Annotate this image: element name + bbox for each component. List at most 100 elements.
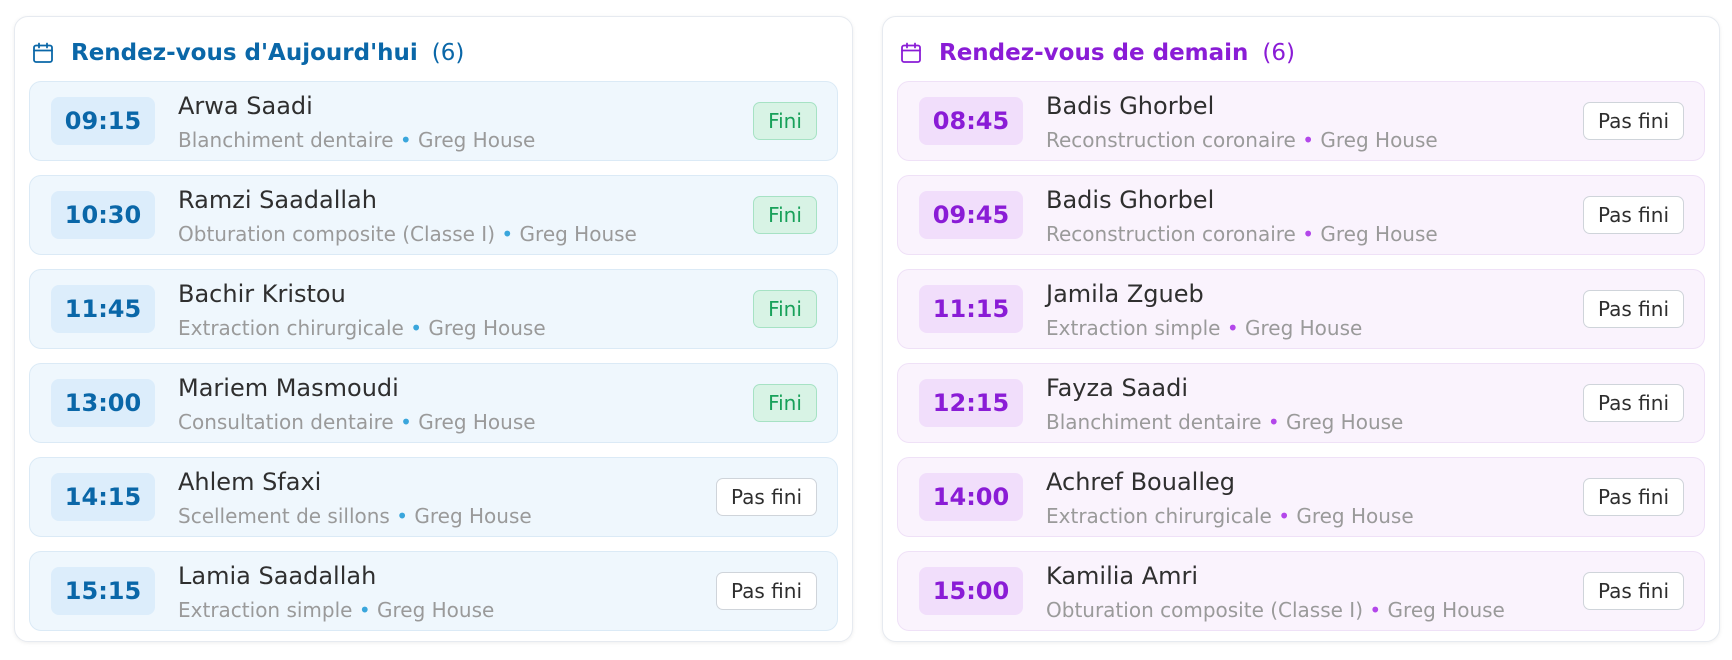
patient-name: Badis Ghorbel bbox=[1046, 186, 1215, 214]
bullet-separator: • bbox=[1278, 504, 1290, 528]
treatment-name: Blanchiment dentaire bbox=[178, 128, 394, 152]
patient-name: Badis Ghorbel bbox=[1046, 92, 1215, 120]
appointment-details: Consultation dentaire • Greg House bbox=[178, 410, 536, 434]
appointment-row[interactable]: 09:45 Badis Ghorbel Reconstruction coronai… bbox=[897, 175, 1705, 255]
bullet-separator: • bbox=[1369, 598, 1382, 622]
doctor-name: Greg House bbox=[414, 504, 532, 528]
appointment-row[interactable]: 13:00 Mariem Masmoudi Consultation dentair… bbox=[29, 363, 838, 443]
patient-name: Jamila Zgueb bbox=[1046, 280, 1204, 308]
appointment-details: Obturation composite (Classe I) • Greg H… bbox=[178, 222, 637, 246]
treatment-name: Obturation composite (Classe I) bbox=[178, 222, 496, 246]
status-button[interactable]: Pas fini bbox=[716, 478, 817, 516]
appointment-time: 12:15 bbox=[919, 379, 1023, 427]
patient-name: Ahlem Sfaxi bbox=[178, 468, 322, 496]
doctor-name: Greg House bbox=[377, 598, 495, 622]
status-button[interactable]: Pas fini bbox=[1583, 102, 1684, 140]
appointment-time: 15:15 bbox=[51, 567, 155, 615]
patient-name: Lamia Saadallah bbox=[178, 562, 377, 590]
status-button[interactable]: Fini bbox=[753, 290, 817, 328]
doctor-name: Greg House bbox=[418, 410, 536, 434]
appointment-row[interactable]: 14:00 Achref Boualleg Extraction chirurgic… bbox=[897, 457, 1705, 537]
appointment-details: Extraction simple • Greg House bbox=[1046, 316, 1362, 340]
status-button[interactable]: Pas fini bbox=[1583, 572, 1684, 610]
appointment-details: Extraction simple • Greg House bbox=[178, 598, 494, 622]
treatment-name: Extraction chirurgicale bbox=[1046, 504, 1272, 528]
bullet-separator: • bbox=[501, 222, 514, 246]
bullet-separator: • bbox=[1267, 410, 1280, 434]
bullet-separator: • bbox=[396, 504, 409, 528]
appointment-row[interactable]: 15:00 Kamilia Amri Obturation composite (C… bbox=[897, 551, 1705, 631]
appointment-time: 10:30 bbox=[51, 191, 155, 239]
treatment-name: Reconstruction coronaire bbox=[1046, 128, 1296, 152]
appointment-time: 11:15 bbox=[919, 285, 1023, 333]
tomorrow-panel-title: Rendez-vous de demain bbox=[939, 40, 1249, 66]
appointment-time: 08:45 bbox=[919, 97, 1023, 145]
appointment-row[interactable]: 11:15 Jamila Zgueb Extraction simple • Gre… bbox=[897, 269, 1705, 349]
treatment-name: Consultation dentaire bbox=[178, 410, 394, 434]
bullet-separator: • bbox=[410, 316, 422, 340]
bullet-separator: • bbox=[1302, 128, 1315, 152]
appointment-details: Extraction chirurgicale • Greg House bbox=[1046, 504, 1414, 528]
appointment-row[interactable]: 12:15 Fayza Saadi Blanchiment dentaire • G… bbox=[897, 363, 1705, 443]
status-button[interactable]: Pas fini bbox=[1583, 196, 1684, 234]
today-panel-title: Rendez-vous d'Aujourd'hui bbox=[71, 40, 418, 66]
bullet-separator: • bbox=[1226, 316, 1239, 340]
today-appointments-panel: Rendez-vous d'Aujourd'hui (6) 09:15 Arwa … bbox=[14, 16, 853, 642]
appointment-row[interactable]: 15:15 Lamia Saadallah Extraction simple • … bbox=[29, 551, 838, 631]
tomorrow-appointments-panel: Rendez-vous de demain (6) 08:45 Badis Gho… bbox=[882, 16, 1720, 642]
bullet-separator: • bbox=[1302, 222, 1315, 246]
treatment-name: Extraction chirurgicale bbox=[178, 316, 404, 340]
doctor-name: Greg House bbox=[519, 222, 637, 246]
doctor-name: Greg House bbox=[1286, 410, 1404, 434]
appointment-details: Blanchiment dentaire • Greg House bbox=[178, 128, 535, 152]
bullet-separator: • bbox=[400, 410, 412, 434]
appointment-time: 15:00 bbox=[919, 567, 1023, 615]
appointment-time: 14:00 bbox=[919, 473, 1023, 521]
patient-name: Kamilia Amri bbox=[1046, 562, 1199, 590]
appointment-details: Extraction chirurgicale • Greg House bbox=[178, 316, 546, 340]
status-button[interactable]: Pas fini bbox=[716, 572, 817, 610]
appointment-details: Scellement de sillons • Greg House bbox=[178, 504, 532, 528]
today-appointment-list: 09:15 Arwa Saadi Blanchiment dentaire • Gr… bbox=[29, 81, 838, 645]
appointment-details: Blanchiment dentaire • Greg House bbox=[1046, 410, 1403, 434]
patient-name: Arwa Saadi bbox=[178, 92, 313, 120]
status-button[interactable]: Pas fini bbox=[1583, 478, 1684, 516]
treatment-name: Blanchiment dentaire bbox=[1046, 410, 1262, 434]
tomorrow-appointment-count: (6) bbox=[1262, 40, 1296, 66]
treatment-name: Extraction simple bbox=[1046, 316, 1221, 340]
doctor-name: Greg House bbox=[428, 316, 546, 340]
treatment-name: Scellement de sillons bbox=[178, 504, 390, 528]
patient-name: Mariem Masmoudi bbox=[178, 374, 399, 402]
appointment-row[interactable]: 10:30 Ramzi Saadallah Obturation composite… bbox=[29, 175, 838, 255]
today-appointment-count: (6) bbox=[431, 40, 465, 66]
calendar-icon bbox=[901, 42, 921, 63]
appointment-row[interactable]: 08:45 Badis Ghorbel Reconstruction coronai… bbox=[897, 81, 1705, 161]
appointment-row[interactable]: 09:15 Arwa Saadi Blanchiment dentaire • Gr… bbox=[29, 81, 838, 161]
doctor-name: Greg House bbox=[1387, 598, 1505, 622]
status-button[interactable]: Fini bbox=[753, 196, 817, 234]
appointment-row[interactable]: 14:15 Ahlem Sfaxi Scellement de sillons • … bbox=[29, 457, 838, 537]
calendar-icon bbox=[33, 42, 53, 63]
appointment-time: 11:45 bbox=[51, 285, 155, 333]
status-button[interactable]: Pas fini bbox=[1583, 290, 1684, 328]
treatment-name: Extraction simple bbox=[178, 598, 353, 622]
appointment-row[interactable]: 11:45 Bachir Kristou Extraction chirurgica… bbox=[29, 269, 838, 349]
appointment-time: 09:45 bbox=[919, 191, 1023, 239]
treatment-name: Reconstruction coronaire bbox=[1046, 222, 1296, 246]
appointment-details: Obturation composite (Classe I) • Greg H… bbox=[1046, 598, 1505, 622]
tomorrow-appointment-list: 08:45 Badis Ghorbel Reconstruction coronai… bbox=[897, 81, 1705, 645]
bullet-separator: • bbox=[358, 598, 371, 622]
bullet-separator: • bbox=[399, 128, 412, 152]
doctor-name: Greg House bbox=[1245, 316, 1363, 340]
patient-name: Bachir Kristou bbox=[178, 280, 346, 308]
status-button[interactable]: Fini bbox=[753, 384, 817, 422]
appointment-time: 14:15 bbox=[51, 473, 155, 521]
status-button[interactable]: Pas fini bbox=[1583, 384, 1684, 422]
doctor-name: Greg House bbox=[1296, 504, 1414, 528]
patient-name: Achref Boualleg bbox=[1046, 468, 1235, 496]
tomorrow-panel-header: Rendez-vous de demain (6) bbox=[899, 35, 1295, 71]
doctor-name: Greg House bbox=[1320, 222, 1438, 246]
appointment-time: 09:15 bbox=[51, 97, 155, 145]
status-button[interactable]: Fini bbox=[753, 102, 817, 140]
doctor-name: Greg House bbox=[1320, 128, 1438, 152]
